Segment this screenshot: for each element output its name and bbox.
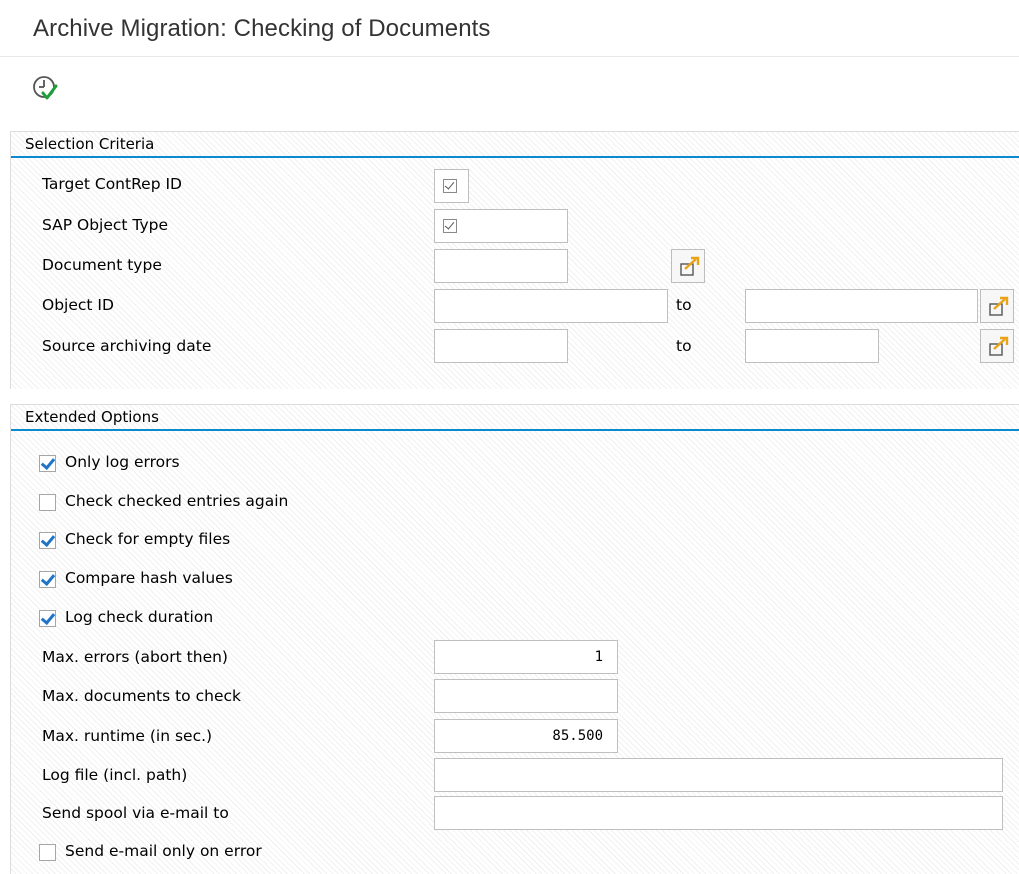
sap-object-type-label: SAP Object Type [42, 216, 169, 234]
extended-options-header: Extended Options [11, 405, 1019, 431]
source-archiving-date-label: Source archiving date [42, 337, 212, 355]
max-errors-field[interactable]: 1 [434, 640, 618, 674]
send-email-only-on-error-checkbox[interactable] [39, 844, 56, 861]
send-email-only-on-error-label: Send e-mail only on error [65, 842, 262, 860]
object-id-multiple-selection-button[interactable] [980, 289, 1014, 323]
object-id-from-field[interactable] [434, 289, 668, 323]
group-title: Extended Options [25, 408, 159, 426]
extended-options-group: Extended Options Only log errors Check c… [10, 404, 1019, 874]
execute-clock-check-icon [33, 76, 58, 100]
multiple-selection-arrow-icon [989, 296, 1009, 316]
check-checked-entries-again-checkbox[interactable] [39, 494, 56, 511]
send-spool-field[interactable] [434, 796, 1003, 830]
log-check-duration-label: Log check duration [65, 608, 214, 626]
source-archiving-date-from-field[interactable] [434, 329, 568, 363]
source-archiving-date-multiple-selection-button[interactable] [980, 329, 1014, 363]
check-for-empty-files-label: Check for empty files [65, 530, 231, 548]
log-check-duration-checkbox[interactable] [39, 610, 56, 627]
required-entry-icon [443, 219, 457, 233]
toolbar [0, 57, 1019, 119]
multiple-selection-arrow-icon [680, 256, 700, 276]
log-file-label: Log file (incl. path) [42, 766, 188, 784]
check-for-empty-files-checkbox[interactable] [39, 532, 56, 549]
max-runtime-label: Max. runtime (in sec.) [42, 727, 213, 745]
sap-object-type-field[interactable] [434, 209, 568, 243]
selection-criteria-header: Selection Criteria [11, 132, 1019, 158]
check-checked-entries-again-label: Check checked entries again [65, 492, 289, 510]
multiple-selection-arrow-icon [989, 336, 1009, 356]
max-errors-label: Max. errors (abort then) [42, 648, 228, 666]
max-documents-field[interactable] [434, 679, 618, 713]
max-runtime-field[interactable]: 85.500 [434, 719, 618, 753]
source-archiving-date-to-label: to [676, 337, 692, 355]
target-contrep-id-label: Target ContRep ID [42, 175, 182, 193]
object-id-to-field[interactable] [745, 289, 978, 323]
document-type-field[interactable] [434, 249, 568, 283]
page-title: Archive Migration: Checking of Documents [33, 15, 491, 42]
group-title: Selection Criteria [25, 135, 155, 153]
only-log-errors-checkbox[interactable] [39, 455, 56, 472]
compare-hash-values-checkbox[interactable] [39, 571, 56, 588]
target-contrep-id-field[interactable] [434, 169, 469, 203]
send-spool-label: Send spool via e-mail to [42, 804, 229, 822]
title-bar: Archive Migration: Checking of Documents [0, 0, 1019, 57]
max-documents-label: Max. documents to check [42, 687, 241, 705]
object-id-to-label: to [676, 296, 692, 314]
required-entry-icon [443, 179, 457, 193]
document-type-label: Document type [42, 256, 162, 274]
document-type-multiple-selection-button[interactable] [671, 249, 705, 283]
selection-criteria-group: Selection Criteria Target ContRep ID SAP… [10, 131, 1019, 389]
only-log-errors-label: Only log errors [65, 453, 180, 471]
source-archiving-date-to-field[interactable] [745, 329, 879, 363]
object-id-label: Object ID [42, 296, 114, 314]
compare-hash-values-label: Compare hash values [65, 569, 233, 587]
log-file-field[interactable] [434, 758, 1003, 792]
execute-button[interactable] [28, 71, 62, 105]
